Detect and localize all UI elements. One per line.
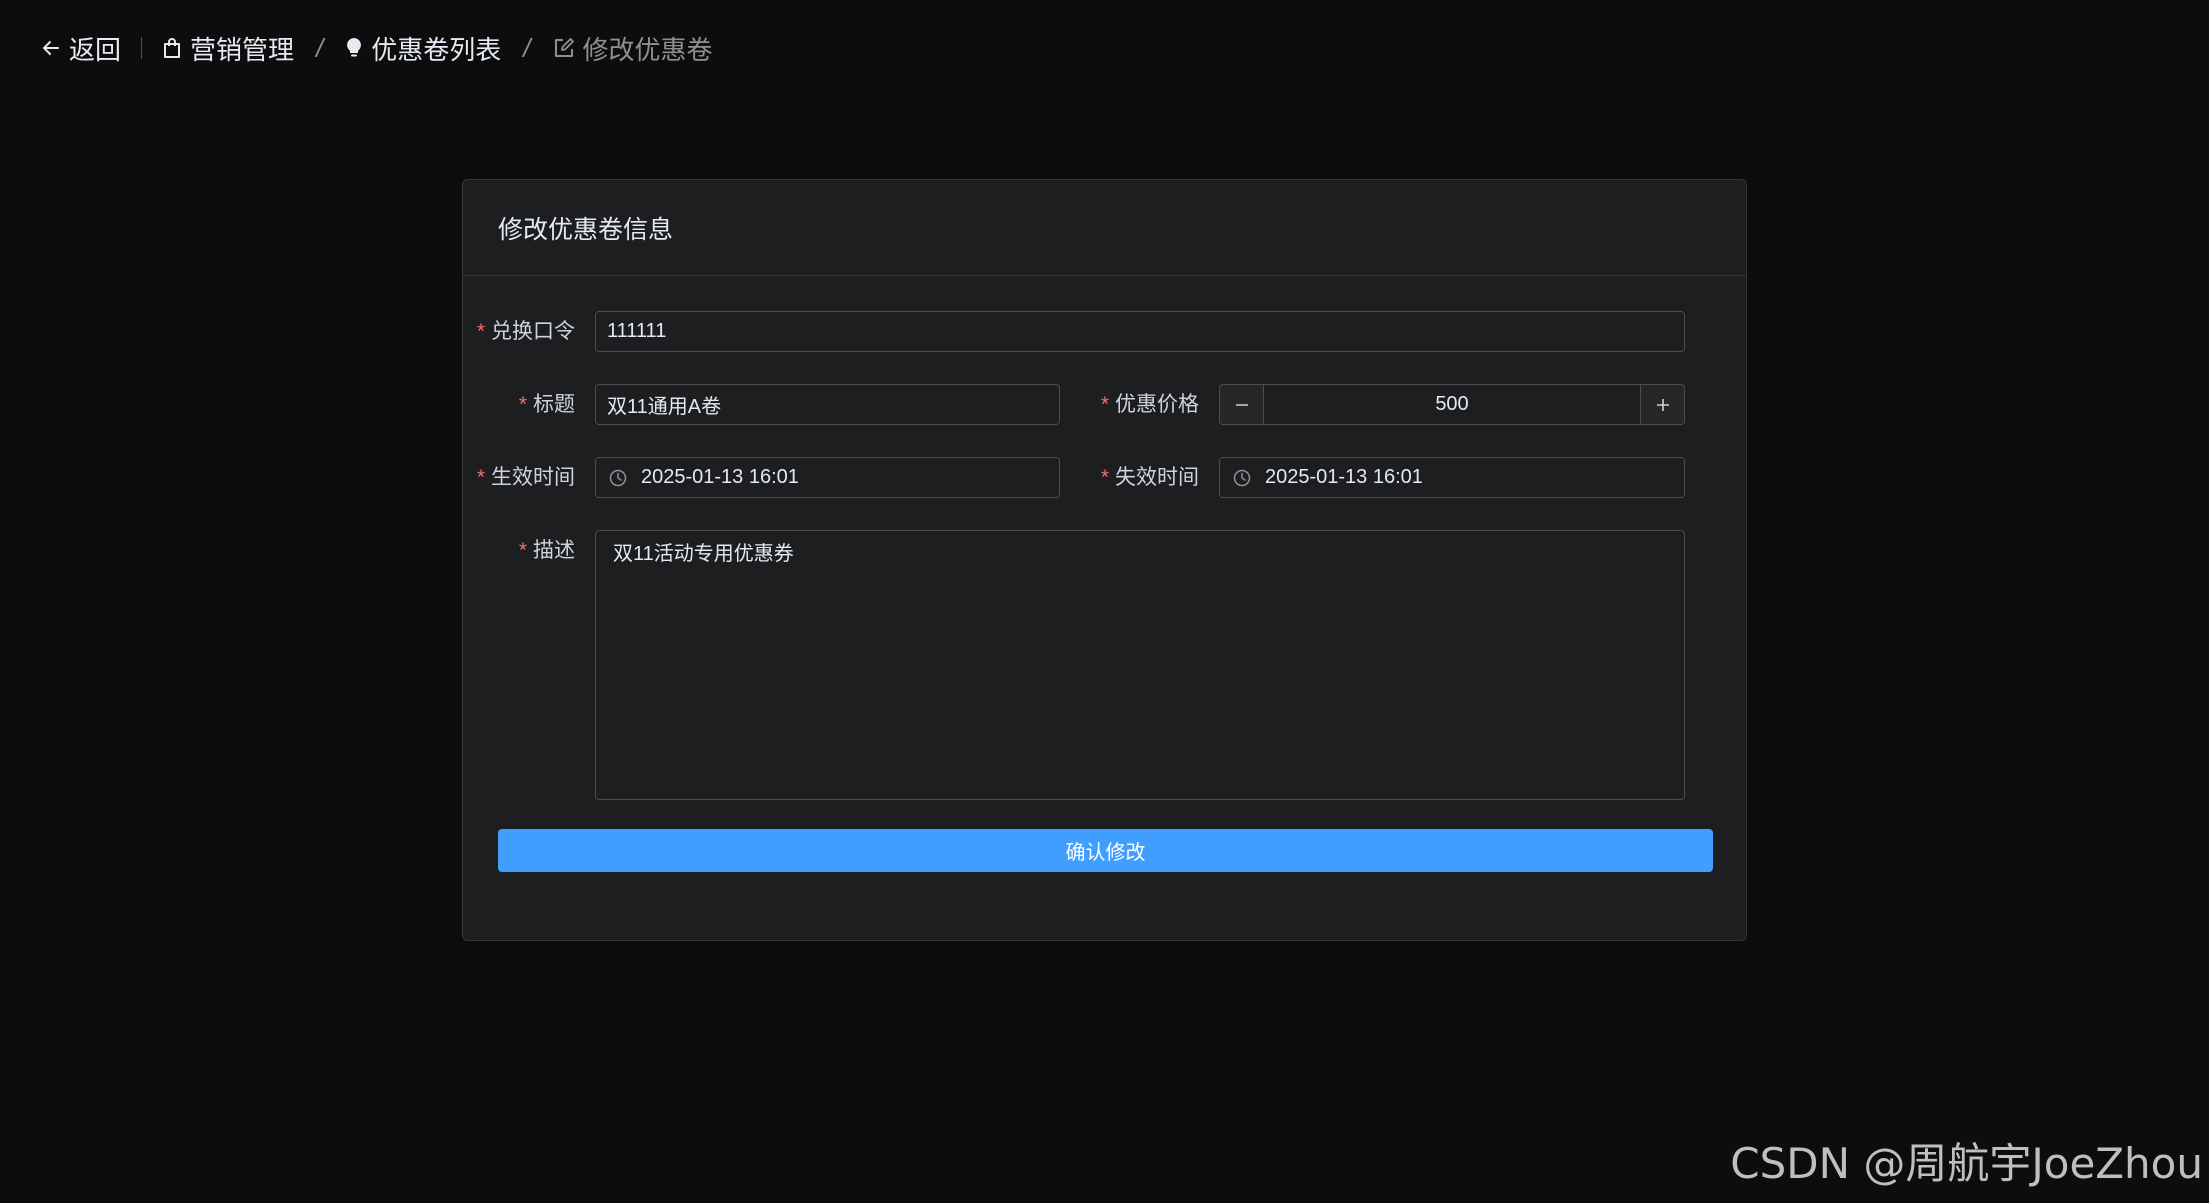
minus-icon: [1235, 403, 1248, 406]
breadcrumb-item-edit-coupon: 修改优惠卷: [553, 30, 713, 67]
start-time-picker[interactable]: 2025-01-13 16:01: [595, 457, 1060, 498]
code-label-text: 兑换口令: [491, 320, 575, 343]
breadcrumb-separator: /: [316, 32, 324, 63]
title-label-text: 标题: [533, 393, 575, 416]
form-item-description: * 描述 双11活动专用优惠券: [463, 530, 1685, 800]
card-header: 修改优惠卷信息: [463, 180, 1746, 276]
description-textarea[interactable]: 双11活动专用优惠券: [595, 530, 1685, 800]
start-time-value: 2025-01-13 16:01: [641, 466, 799, 488]
increase-button[interactable]: [1640, 385, 1684, 424]
required-mark: *: [518, 539, 527, 562]
back-button[interactable]: 返回: [41, 30, 121, 67]
required-mark: *: [1100, 393, 1109, 416]
price-stepper: 500: [1219, 384, 1685, 425]
required-mark: *: [1100, 466, 1109, 489]
card-title: 修改优惠卷信息: [498, 215, 674, 244]
confirm-edit-button[interactable]: 确认修改: [498, 829, 1713, 872]
end-time-label: * 失效时间: [1087, 457, 1219, 498]
shopping-bag-icon: [164, 38, 181, 58]
title-input[interactable]: 双11通用A卷: [595, 384, 1060, 425]
title-label: * 标题: [463, 384, 595, 425]
edit-icon: [554, 38, 574, 57]
clock-icon: [609, 469, 627, 487]
page-header: 返回 营销管理 / 优惠卷列表 / 修改优惠卷: [41, 28, 713, 68]
required-mark: *: [476, 466, 485, 489]
breadcrumb-label-coupon-list: 优惠卷列表: [371, 34, 502, 65]
breadcrumb-item-coupon-list[interactable]: 优惠卷列表: [345, 30, 501, 67]
form-item-start-time: * 生效时间 2025-01-13 16:01: [463, 457, 1060, 498]
title-value: 双11通用A卷: [607, 396, 722, 418]
lightbulb-icon: [347, 38, 362, 57]
required-mark: *: [476, 320, 485, 343]
form-item-end-time: * 失效时间 2025-01-13 16:01: [1087, 457, 1685, 498]
back-label: 返回: [69, 34, 122, 65]
price-label-text: 优惠价格: [1115, 393, 1199, 416]
start-time-label-text: 生效时间: [491, 466, 575, 489]
end-time-label-text: 失效时间: [1115, 466, 1199, 489]
price-input[interactable]: 500: [1264, 385, 1640, 424]
watermark: CSDN @周航宇JoeZhou: [1730, 1139, 2203, 1188]
end-time-picker[interactable]: 2025-01-13 16:01: [1219, 457, 1685, 498]
form-item-price: * 优惠价格 500: [1087, 384, 1685, 425]
plus-icon: [1656, 398, 1669, 411]
breadcrumb-item-marketing[interactable]: 营销管理: [162, 30, 294, 67]
code-value: 111111: [607, 320, 667, 342]
start-time-label: * 生效时间: [463, 457, 595, 498]
edit-coupon-card: 修改优惠卷信息 * 兑换口令 111111 * 标题 双11通用A卷 * 优惠价格: [462, 179, 1747, 941]
description-label-text: 描述: [533, 539, 575, 562]
price-label: * 优惠价格: [1087, 384, 1219, 425]
form-item-title: * 标题 双11通用A卷: [463, 384, 1060, 425]
code-input[interactable]: 111111: [595, 311, 1685, 352]
clock-icon: [1233, 469, 1251, 487]
edit-coupon-form: * 兑换口令 111111 * 标题 双11通用A卷 * 优惠价格 500 * …: [463, 276, 1746, 941]
breadcrumb-separator: /: [523, 32, 531, 63]
required-mark: *: [518, 393, 527, 416]
price-value: 500: [1435, 393, 1469, 415]
confirm-edit-label: 确认修改: [1065, 842, 1146, 864]
end-time-value: 2025-01-13 16:01: [1265, 466, 1423, 488]
form-item-code: * 兑换口令 111111: [463, 311, 1685, 352]
code-label: * 兑换口令: [463, 311, 595, 352]
description-label: * 描述: [463, 530, 595, 571]
decrease-button[interactable]: [1220, 385, 1264, 424]
header-divider: [141, 37, 143, 59]
breadcrumb-label-marketing: 营销管理: [190, 34, 295, 65]
description-value: 双11活动专用优惠券: [613, 543, 794, 565]
breadcrumb-label-edit-coupon: 修改优惠卷: [582, 34, 713, 65]
arrow-left-icon: [43, 41, 59, 55]
